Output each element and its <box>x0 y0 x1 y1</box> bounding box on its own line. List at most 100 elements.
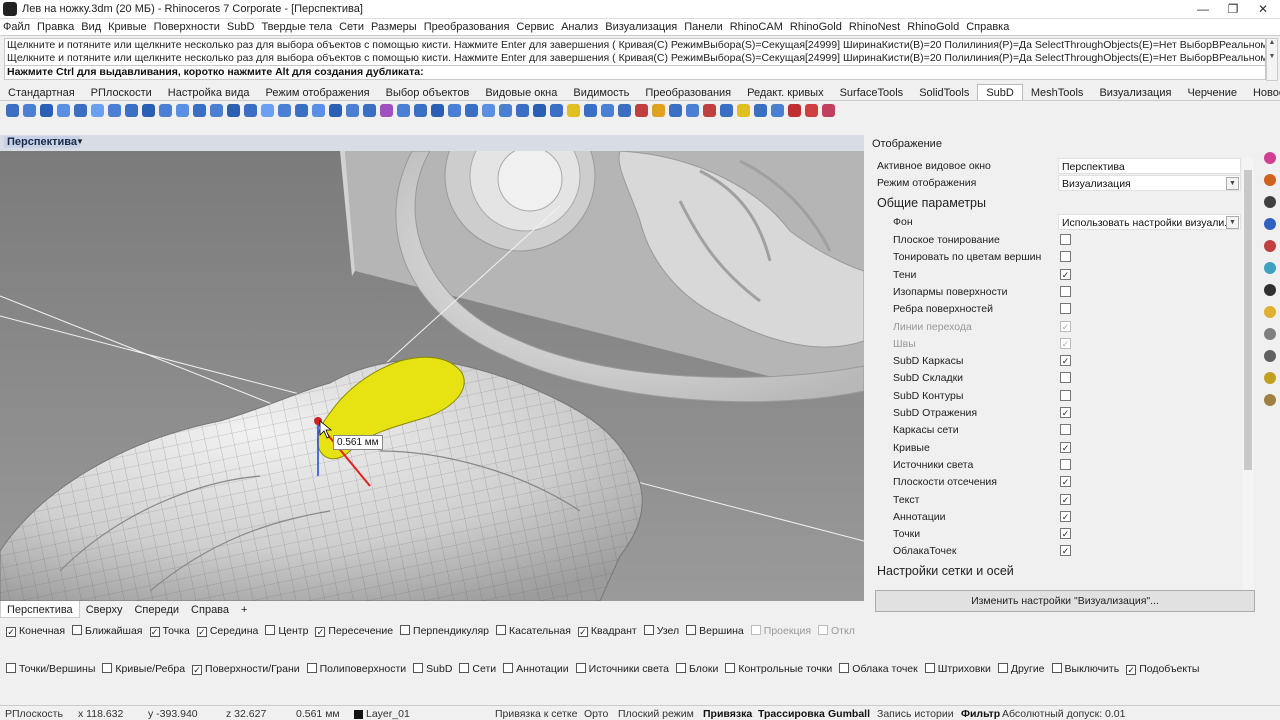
display-option-checkbox[interactable] <box>1060 303 1071 315</box>
toolbar-tool-icon[interactable] <box>584 104 597 117</box>
selection-filter-option[interactable]: Сети <box>459 663 496 675</box>
toolbar-tool-icon[interactable] <box>295 104 308 117</box>
toolbar-tool-icon[interactable] <box>346 104 359 117</box>
toolbar-tab[interactable]: SurfaceTools <box>832 85 912 101</box>
minimize-button[interactable]: — <box>1188 1 1218 17</box>
menu-item[interactable]: Анализ <box>558 19 602 33</box>
display-option-checkbox[interactable]: ✓ <box>1060 476 1071 488</box>
checkbox[interactable] <box>495 625 506 635</box>
osnap-option[interactable]: ✓ Квадрант <box>577 625 637 637</box>
menu-item[interactable]: Визуализация <box>602 19 681 33</box>
checkbox[interactable] <box>102 663 113 673</box>
toolbar-tool-icon[interactable] <box>159 104 172 117</box>
checkbox[interactable] <box>459 663 470 673</box>
display-option-checkbox[interactable] <box>1060 285 1071 297</box>
display-icon[interactable] <box>1264 196 1276 208</box>
toolbar-tab[interactable]: Режим отображения <box>258 85 378 101</box>
plugin-icon[interactable] <box>1264 394 1276 406</box>
checkbox[interactable] <box>924 663 935 673</box>
display-option-checkbox[interactable]: ✓ <box>1060 441 1071 453</box>
toolbar-tool-icon[interactable] <box>363 104 376 117</box>
checkbox[interactable] <box>750 625 761 635</box>
checkbox[interactable]: ✓ <box>192 665 203 675</box>
display-option-checkbox[interactable]: ✓ <box>1060 268 1071 280</box>
display-option-checkbox[interactable]: ✓ <box>1060 528 1071 540</box>
osnap-toggle[interactable]: Привязка <box>703 708 752 720</box>
toolbar-tab[interactable]: Редакт. кривых <box>739 85 831 101</box>
toolbar-tool-icon[interactable] <box>516 104 529 117</box>
material-icon[interactable] <box>1264 174 1276 186</box>
toolbar-tool-icon[interactable] <box>550 104 563 117</box>
checkbox[interactable] <box>503 663 514 673</box>
toolbar-tool-icon[interactable] <box>210 104 223 117</box>
toolbar-tool-icon[interactable] <box>329 104 342 117</box>
toolbar-tab[interactable]: Черчение <box>1179 85 1245 101</box>
toolbar-tab[interactable]: MeshTools <box>1023 85 1092 101</box>
viewport-tab[interactable]: Перспектива <box>0 601 80 618</box>
toolbar-tool-icon[interactable] <box>142 104 155 117</box>
display-option-checkbox[interactable] <box>1060 389 1071 401</box>
display-option-checkbox[interactable] <box>1060 424 1071 436</box>
toolbar-tool-icon[interactable] <box>737 104 750 117</box>
display-option-checkbox[interactable] <box>1060 251 1071 263</box>
panel-scrollbar[interactable] <box>1242 158 1254 590</box>
toolbar-tool-icon[interactable] <box>499 104 512 117</box>
toolbar-tool-icon[interactable] <box>193 104 206 117</box>
osnap-option[interactable]: Проекция <box>750 625 811 637</box>
selection-filter-option[interactable]: ✓ Поверхности/Грани <box>192 663 300 675</box>
checkbox[interactable] <box>1051 663 1062 673</box>
general-section-title[interactable]: Общие параметры <box>877 196 986 210</box>
toolbar-tool-icon[interactable] <box>567 104 580 117</box>
toolbar-tool-icon[interactable] <box>686 104 699 117</box>
selection-filter-option[interactable]: Аннотации <box>503 663 569 675</box>
toolbar-tool-icon[interactable] <box>482 104 495 117</box>
osnap-option[interactable]: Вершина <box>686 625 744 637</box>
toolbar-tool-icon[interactable] <box>57 104 70 117</box>
viewport-menu-arrow-icon[interactable]: ▼ <box>76 137 84 146</box>
planar-toggle[interactable]: Плоский режим <box>618 708 694 720</box>
selection-filter-option[interactable]: Штриховки <box>924 663 991 675</box>
selection-filter-option[interactable]: Другие <box>997 663 1045 675</box>
toolbar-tool-icon[interactable] <box>91 104 104 117</box>
display-option-checkbox[interactable] <box>1060 458 1071 470</box>
selection-filter-option[interactable]: ✓ Подобъекты <box>1126 663 1199 675</box>
toolbar-tool-icon[interactable] <box>414 104 427 117</box>
toolbar-tool-icon[interactable] <box>176 104 189 117</box>
checkbox[interactable]: ✓ <box>577 627 588 637</box>
toolbar-tool-icon[interactable] <box>822 104 835 117</box>
brush-icon[interactable] <box>1264 240 1276 252</box>
osnap-option[interactable]: Узел <box>643 625 679 637</box>
toolbar-tool-icon[interactable] <box>720 104 733 117</box>
history-toggle[interactable]: Запись истории <box>877 708 954 720</box>
toolbar-tool-icon[interactable] <box>805 104 818 117</box>
osnap-option[interactable]: ✓ Конечная <box>6 625 65 637</box>
checkbox[interactable] <box>643 625 654 635</box>
library-icon[interactable] <box>1264 350 1276 362</box>
checkbox[interactable] <box>818 625 829 635</box>
menu-item[interactable]: Кривые <box>105 19 151 33</box>
toolbar-tool-icon[interactable] <box>788 104 801 117</box>
menu-item[interactable]: Поверхности <box>151 19 224 33</box>
help-icon[interactable] <box>1264 328 1276 340</box>
selection-filter-option[interactable]: Блоки <box>676 663 718 675</box>
command-scrollbar[interactable]: ▲ ▼ <box>1266 38 1278 81</box>
menu-item[interactable]: Вид <box>78 19 105 33</box>
toolbar-tool-icon[interactable] <box>533 104 546 117</box>
display-option-checkbox[interactable]: ✓ <box>1060 545 1071 557</box>
toolbar-tool-icon[interactable] <box>635 104 648 117</box>
selection-filter-option[interactable]: Точки/Вершины <box>6 663 95 675</box>
checkbox[interactable] <box>6 663 16 673</box>
osnap-option[interactable]: Откл <box>818 625 855 637</box>
checkbox[interactable] <box>676 663 686 673</box>
checkbox[interactable] <box>725 663 736 673</box>
grid-section-title[interactable]: Настройки сетки и осей <box>877 564 1014 578</box>
toolbar-tool-icon[interactable] <box>771 104 784 117</box>
cplane-status[interactable]: РПлоскость <box>5 708 63 720</box>
toolbar-tab[interactable]: Новое <box>1245 85 1280 101</box>
menu-item[interactable]: Файл <box>0 19 34 33</box>
grid-snap-toggle[interactable]: Привязка к сетке <box>495 708 577 720</box>
menu-item[interactable]: SubD <box>224 19 259 33</box>
render-icon[interactable] <box>1264 218 1276 230</box>
selection-filter-option[interactable]: SubD <box>413 663 452 675</box>
note-icon[interactable] <box>1264 372 1276 384</box>
